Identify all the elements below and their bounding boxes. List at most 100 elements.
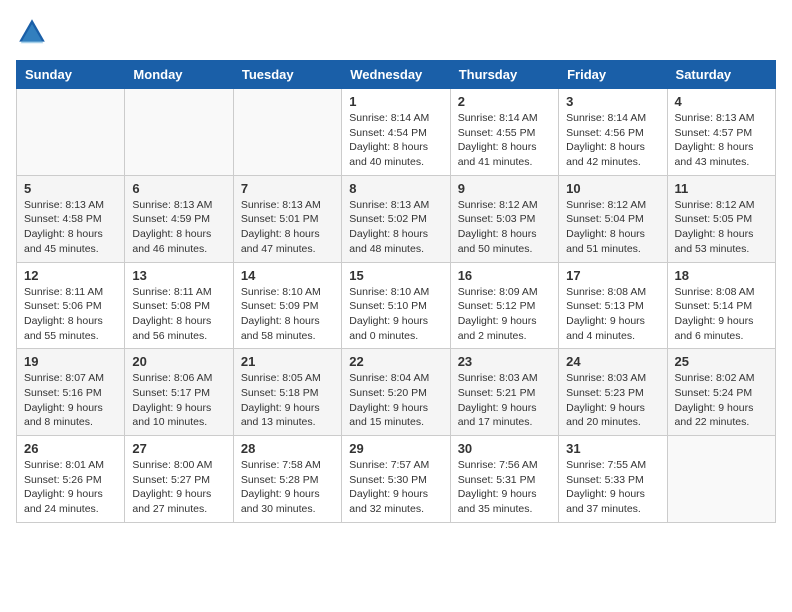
- day-info: Sunrise: 8:01 AM Sunset: 5:26 PM Dayligh…: [24, 458, 117, 517]
- day-number: 10: [566, 181, 659, 196]
- day-number: 29: [349, 441, 442, 456]
- day-number: 6: [132, 181, 225, 196]
- day-number: 14: [241, 268, 334, 283]
- day-number: 15: [349, 268, 442, 283]
- weekday-header-row: SundayMondayTuesdayWednesdayThursdayFrid…: [17, 61, 776, 89]
- calendar-cell: 16Sunrise: 8:09 AM Sunset: 5:12 PM Dayli…: [450, 262, 558, 349]
- calendar-cell: 25 Sunrise: 8:02 AM Sunset: 5:24 PM Dayli…: [667, 349, 775, 436]
- calendar-cell: 29 Sunrise: 7:57 AM Sunset: 5:30 PM Dayli…: [342, 436, 450, 523]
- day-number: 12: [24, 268, 117, 283]
- calendar-cell: 15 Sunrise: 8:10 AM Sunset: 5:10 PM Dayli…: [342, 262, 450, 349]
- calendar-cell: 23 Sunrise: 8:03 AM Sunset: 5:21 PM Dayli…: [450, 349, 558, 436]
- day-info: Sunrise: 8:03 AM Sunset: 5:23 PM Dayligh…: [566, 371, 659, 430]
- day-number: 20: [132, 354, 225, 369]
- weekday-header-thursday: Thursday: [450, 61, 558, 89]
- day-number: 25: [675, 354, 768, 369]
- day-info: Sunrise: 8:00 AM Sunset: 5:27 PM Dayligh…: [132, 458, 225, 517]
- calendar-cell: [667, 436, 775, 523]
- day-info: Sunrise: 8:10 AM Sunset: 5:10 PM Dayligh…: [349, 285, 442, 344]
- calendar-table: SundayMondayTuesdayWednesdayThursdayFrid…: [16, 60, 776, 523]
- weekday-header-wednesday: Wednesday: [342, 61, 450, 89]
- calendar-week-row: 1Sunrise: 8:14 AM Sunset: 4:54 PM Daylig…: [17, 89, 776, 176]
- day-number: 21: [241, 354, 334, 369]
- day-info: Sunrise: 7:56 AM Sunset: 5:31 PM Dayligh…: [458, 458, 551, 517]
- day-info: Sunrise: 7:58 AM Sunset: 5:28 PM Dayligh…: [241, 458, 334, 517]
- weekday-header-monday: Monday: [125, 61, 233, 89]
- day-info: Sunrise: 8:08 AM Sunset: 5:14 PM Dayligh…: [675, 285, 768, 344]
- page-header: [16, 16, 776, 48]
- day-number: 13: [132, 268, 225, 283]
- day-info: Sunrise: 8:11 AM Sunset: 5:06 PM Dayligh…: [24, 285, 117, 344]
- logo-icon: [16, 16, 48, 48]
- day-info: Sunrise: 8:02 AM Sunset: 5:24 PM Dayligh…: [675, 371, 768, 430]
- day-number: 31: [566, 441, 659, 456]
- day-info: Sunrise: 8:14 AM Sunset: 4:55 PM Dayligh…: [458, 111, 551, 170]
- calendar-cell: 10 Sunrise: 8:12 AM Sunset: 5:04 PM Dayli…: [559, 175, 667, 262]
- day-info: Sunrise: 7:55 AM Sunset: 5:33 PM Dayligh…: [566, 458, 659, 517]
- day-info: Sunrise: 8:06 AM Sunset: 5:17 PM Dayligh…: [132, 371, 225, 430]
- calendar-week-row: 26 Sunrise: 8:01 AM Sunset: 5:26 PM Dayli…: [17, 436, 776, 523]
- weekday-header-saturday: Saturday: [667, 61, 775, 89]
- calendar-cell: 26 Sunrise: 8:01 AM Sunset: 5:26 PM Dayli…: [17, 436, 125, 523]
- day-number: 27: [132, 441, 225, 456]
- day-info: Sunrise: 8:13 AM Sunset: 4:59 PM Dayligh…: [132, 198, 225, 257]
- day-info: Sunrise: 8:12 AM Sunset: 5:04 PM Dayligh…: [566, 198, 659, 257]
- calendar-cell: 20 Sunrise: 8:06 AM Sunset: 5:17 PM Dayli…: [125, 349, 233, 436]
- day-number: 3: [566, 94, 659, 109]
- weekday-header-tuesday: Tuesday: [233, 61, 341, 89]
- day-info: Sunrise: 8:13 AM Sunset: 5:02 PM Dayligh…: [349, 198, 442, 257]
- day-number: 17: [566, 268, 659, 283]
- calendar-cell: 9 Sunrise: 8:12 AM Sunset: 5:03 PM Daylig…: [450, 175, 558, 262]
- calendar-cell: 2 Sunrise: 8:14 AM Sunset: 4:55 PM Daylig…: [450, 89, 558, 176]
- calendar-cell: 6 Sunrise: 8:13 AM Sunset: 4:59 PM Daylig…: [125, 175, 233, 262]
- calendar-cell: 18 Sunrise: 8:08 AM Sunset: 5:14 PM Dayli…: [667, 262, 775, 349]
- calendar-cell: 13 Sunrise: 8:11 AM Sunset: 5:08 PM Dayli…: [125, 262, 233, 349]
- calendar-cell: 30 Sunrise: 7:56 AM Sunset: 5:31 PM Dayli…: [450, 436, 558, 523]
- calendar-week-row: 5 Sunrise: 8:13 AM Sunset: 4:58 PM Daylig…: [17, 175, 776, 262]
- calendar-cell: 31 Sunrise: 7:55 AM Sunset: 5:33 PM Dayli…: [559, 436, 667, 523]
- calendar-cell: 24 Sunrise: 8:03 AM Sunset: 5:23 PM Dayli…: [559, 349, 667, 436]
- day-number: 18: [675, 268, 768, 283]
- day-number: 30: [458, 441, 551, 456]
- weekday-header-friday: Friday: [559, 61, 667, 89]
- day-number: 16: [458, 268, 551, 283]
- day-number: 9: [458, 181, 551, 196]
- calendar-cell: [125, 89, 233, 176]
- calendar-cell: 7Sunrise: 8:13 AM Sunset: 5:01 PM Daylig…: [233, 175, 341, 262]
- day-info: Sunrise: 8:12 AM Sunset: 5:05 PM Dayligh…: [675, 198, 768, 257]
- day-number: 23: [458, 354, 551, 369]
- day-info: Sunrise: 8:13 AM Sunset: 4:58 PM Dayligh…: [24, 198, 117, 257]
- calendar-cell: 5 Sunrise: 8:13 AM Sunset: 4:58 PM Daylig…: [17, 175, 125, 262]
- day-info: Sunrise: 8:04 AM Sunset: 5:20 PM Dayligh…: [349, 371, 442, 430]
- calendar-cell: 4Sunrise: 8:13 AM Sunset: 4:57 PM Daylig…: [667, 89, 775, 176]
- calendar-cell: 28 Sunrise: 7:58 AM Sunset: 5:28 PM Dayli…: [233, 436, 341, 523]
- calendar-cell: 14 Sunrise: 8:10 AM Sunset: 5:09 PM Dayli…: [233, 262, 341, 349]
- weekday-header-sunday: Sunday: [17, 61, 125, 89]
- day-info: Sunrise: 8:03 AM Sunset: 5:21 PM Dayligh…: [458, 371, 551, 430]
- calendar-cell: 21Sunrise: 8:05 AM Sunset: 5:18 PM Dayli…: [233, 349, 341, 436]
- day-number: 2: [458, 94, 551, 109]
- calendar-cell: 1Sunrise: 8:14 AM Sunset: 4:54 PM Daylig…: [342, 89, 450, 176]
- day-info: Sunrise: 8:12 AM Sunset: 5:03 PM Dayligh…: [458, 198, 551, 257]
- day-info: Sunrise: 8:14 AM Sunset: 4:56 PM Dayligh…: [566, 111, 659, 170]
- calendar-week-row: 19 Sunrise: 8:07 AM Sunset: 5:16 PM Dayli…: [17, 349, 776, 436]
- day-number: 5: [24, 181, 117, 196]
- day-info: Sunrise: 8:07 AM Sunset: 5:16 PM Dayligh…: [24, 371, 117, 430]
- calendar-cell: 11Sunrise: 8:12 AM Sunset: 5:05 PM Dayli…: [667, 175, 775, 262]
- day-number: 19: [24, 354, 117, 369]
- calendar-cell: 3 Sunrise: 8:14 AM Sunset: 4:56 PM Daylig…: [559, 89, 667, 176]
- day-number: 26: [24, 441, 117, 456]
- day-info: Sunrise: 8:11 AM Sunset: 5:08 PM Dayligh…: [132, 285, 225, 344]
- calendar-cell: 27 Sunrise: 8:00 AM Sunset: 5:27 PM Dayli…: [125, 436, 233, 523]
- day-number: 28: [241, 441, 334, 456]
- calendar-cell: 8 Sunrise: 8:13 AM Sunset: 5:02 PM Daylig…: [342, 175, 450, 262]
- day-info: Sunrise: 8:10 AM Sunset: 5:09 PM Dayligh…: [241, 285, 334, 344]
- day-number: 8: [349, 181, 442, 196]
- day-info: Sunrise: 7:57 AM Sunset: 5:30 PM Dayligh…: [349, 458, 442, 517]
- calendar-cell: 19 Sunrise: 8:07 AM Sunset: 5:16 PM Dayli…: [17, 349, 125, 436]
- logo: [16, 16, 52, 48]
- day-number: 7: [241, 181, 334, 196]
- day-number: 22: [349, 354, 442, 369]
- calendar-cell: 17Sunrise: 8:08 AM Sunset: 5:13 PM Dayli…: [559, 262, 667, 349]
- day-number: 24: [566, 354, 659, 369]
